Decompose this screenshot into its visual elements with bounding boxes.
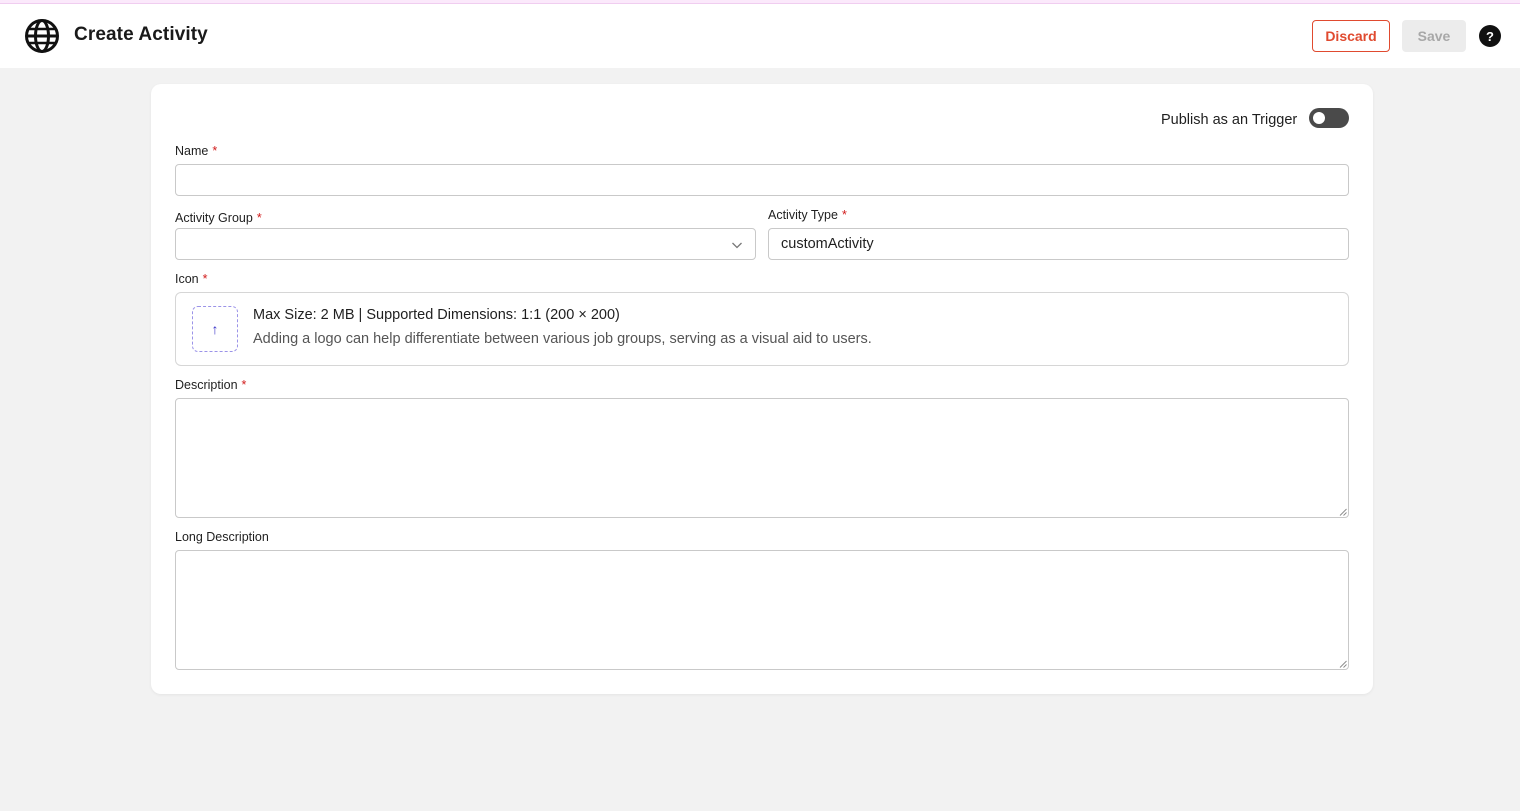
activity-type-label: Activity Type *: [768, 208, 847, 222]
description-textarea[interactable]: [175, 398, 1349, 518]
activity-type-label-text: Activity Type: [768, 208, 838, 222]
icon-hint-sub: Adding a logo can help differentiate bet…: [253, 331, 872, 347]
page-title: Create Activity: [74, 24, 208, 45]
long-description-textarea[interactable]: [175, 550, 1349, 670]
name-input[interactable]: [175, 164, 1349, 196]
upload-icon[interactable]: ↑: [192, 306, 238, 352]
activity-group-label: Activity Group *: [175, 211, 262, 225]
long-description-label: Long Description: [175, 530, 269, 544]
discard-button[interactable]: Discard: [1312, 20, 1390, 52]
globe-icon: [25, 19, 59, 53]
name-label-text: Name: [175, 144, 209, 158]
activity-type-input[interactable]: customActivity: [768, 228, 1349, 260]
activity-form-card: Publish as an Trigger Name * Activity Gro…: [151, 84, 1373, 694]
description-label-text: Description: [175, 378, 238, 392]
required-marker: *: [256, 211, 262, 225]
name-label: Name *: [175, 144, 217, 158]
publish-trigger-toggle[interactable]: [1309, 108, 1349, 128]
activity-group-select[interactable]: [175, 228, 756, 260]
toggle-knob: [1313, 112, 1325, 124]
long-description-label-text: Long Description: [175, 530, 269, 544]
icon-label: Icon *: [175, 272, 208, 286]
icon-label-text: Icon: [175, 272, 199, 286]
description-label: Description *: [175, 378, 246, 392]
required-marker: *: [241, 378, 247, 392]
chevron-down-icon: [732, 242, 742, 249]
required-marker: *: [841, 208, 847, 222]
header-bar: Create Activity Discard Save ?: [0, 4, 1520, 68]
save-button[interactable]: Save: [1402, 20, 1466, 52]
icon-hint-main: Max Size: 2 MB | Supported Dimensions: 1…: [253, 307, 620, 323]
activity-group-label-text: Activity Group: [175, 211, 253, 225]
help-icon[interactable]: ?: [1479, 25, 1501, 47]
publish-trigger-label: Publish as an Trigger: [1161, 112, 1298, 128]
icon-upload-area: ↑ Max Size: 2 MB | Supported Dimensions:…: [175, 292, 1349, 366]
required-marker: *: [212, 144, 218, 158]
required-marker: *: [202, 272, 208, 286]
resize-handle-icon[interactable]: [1339, 660, 1347, 668]
resize-handle-icon[interactable]: [1339, 508, 1347, 516]
